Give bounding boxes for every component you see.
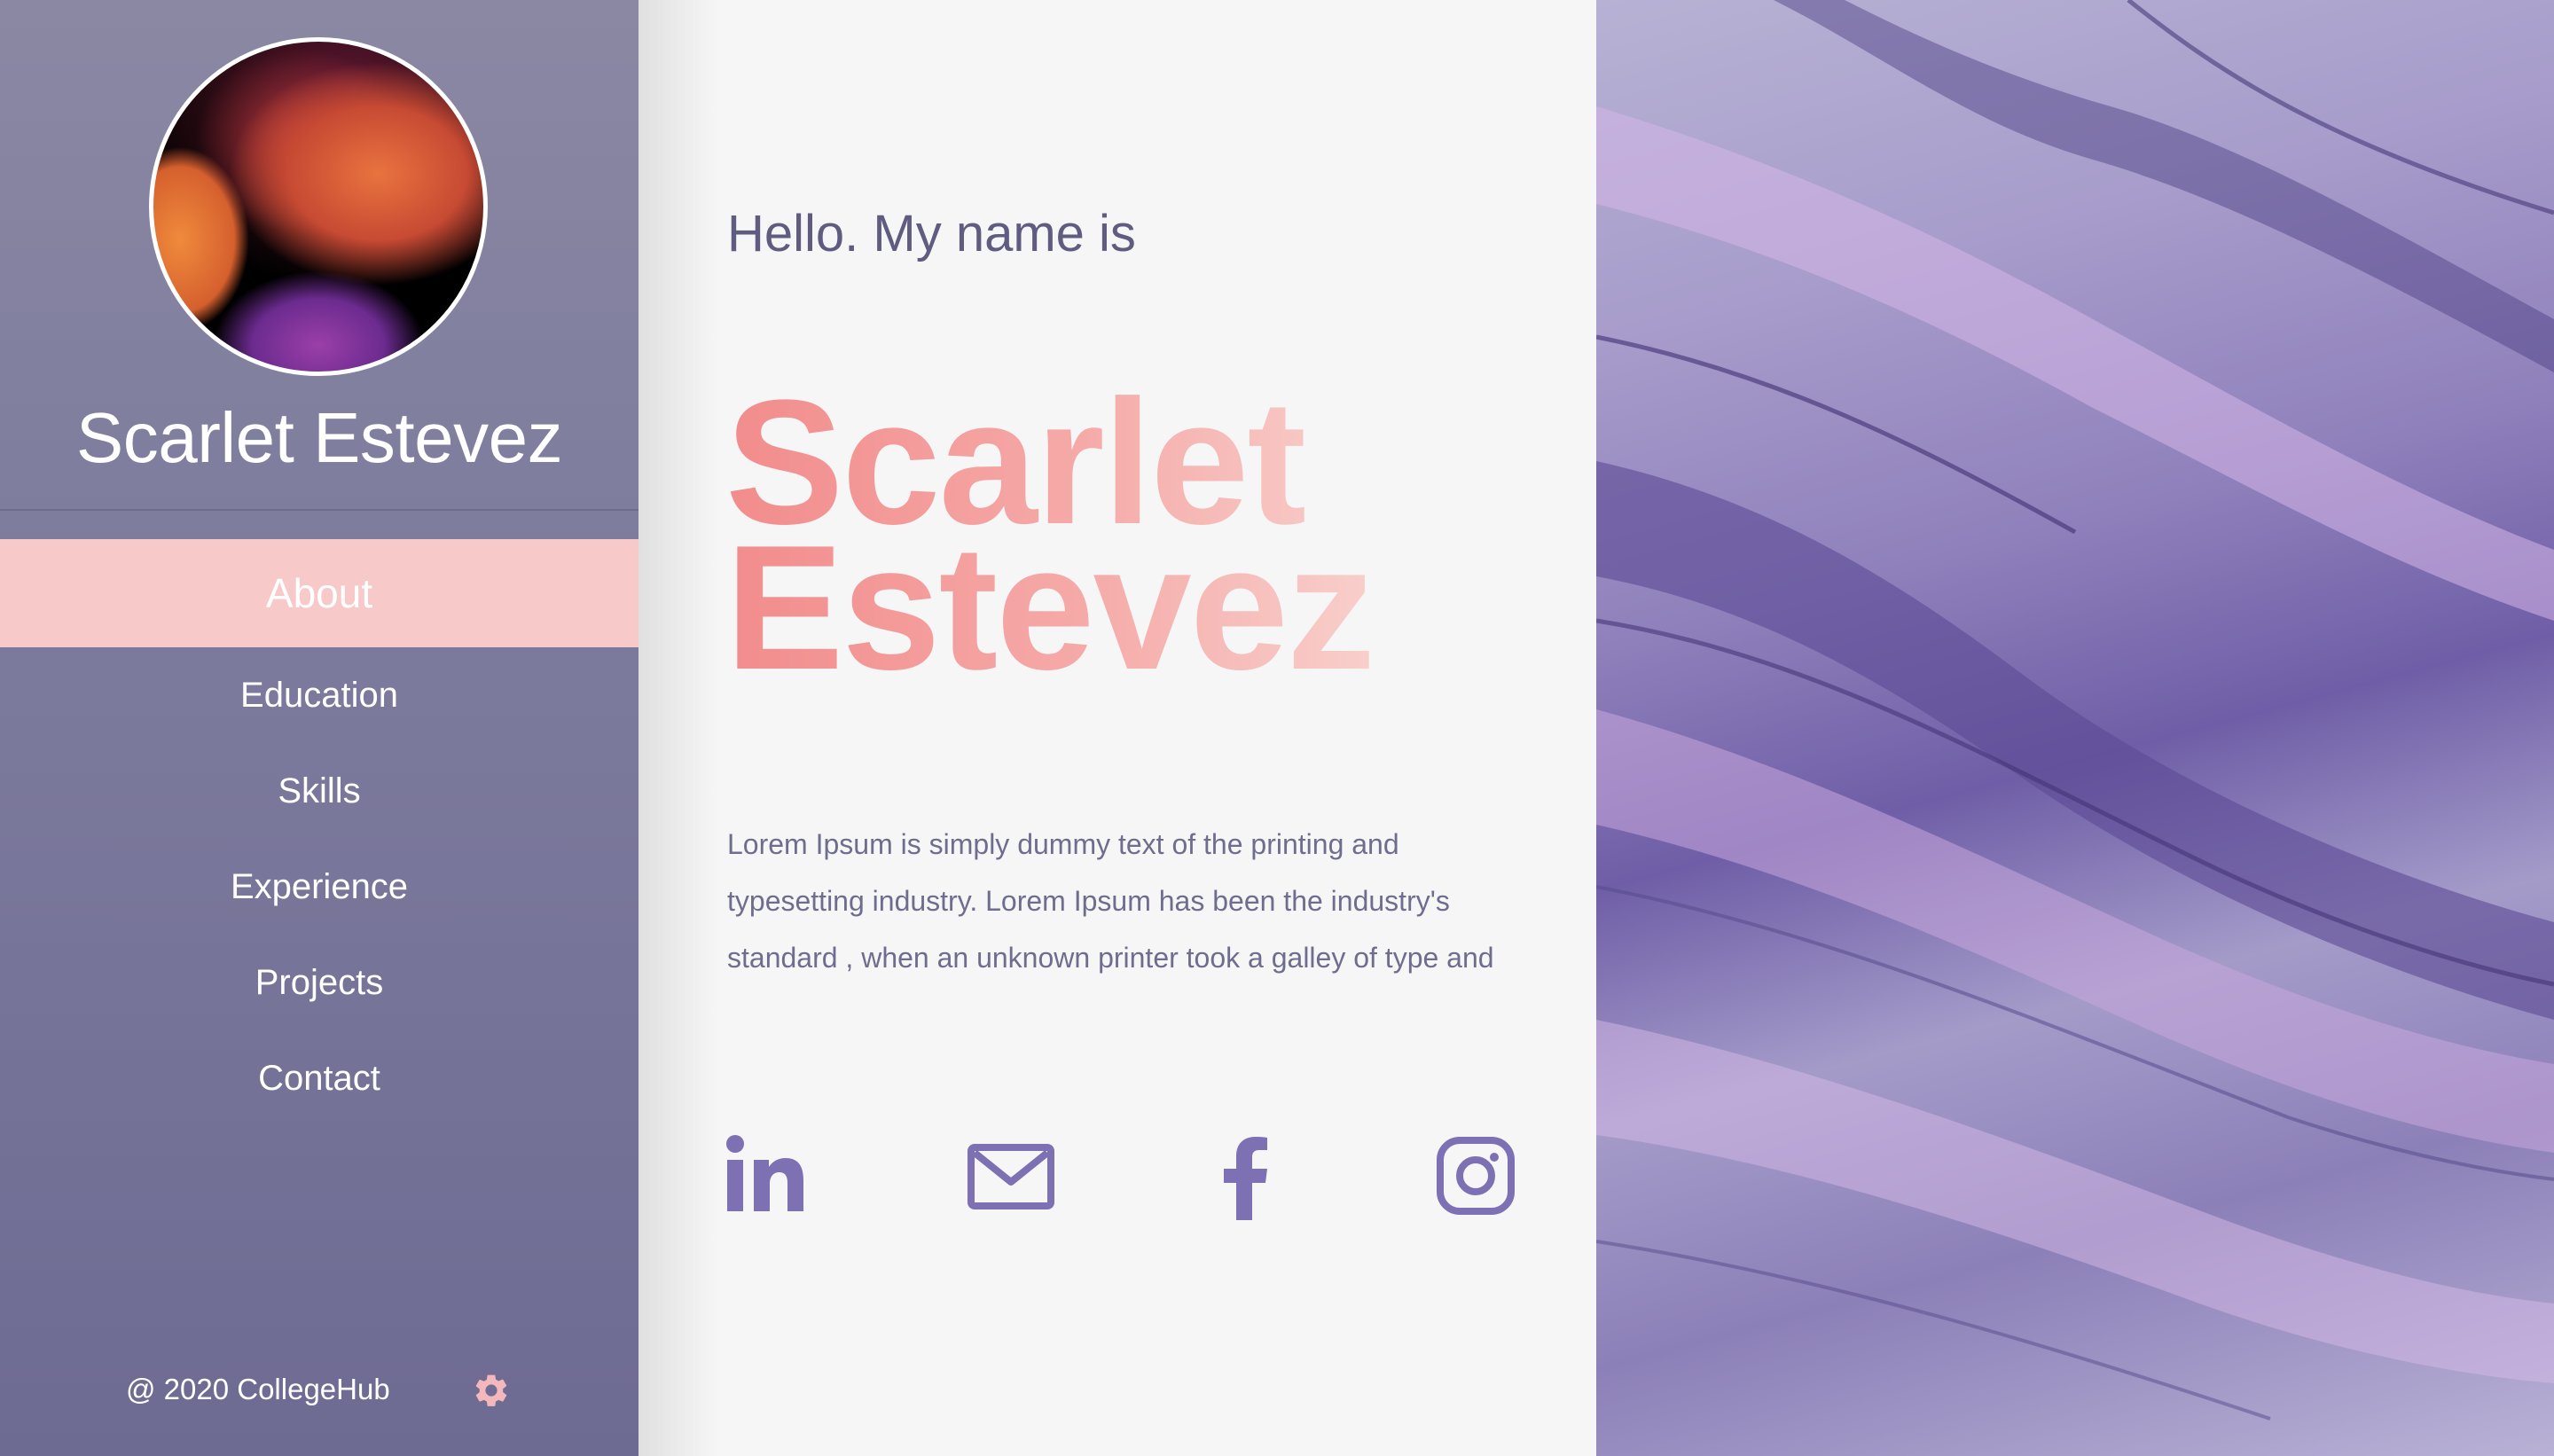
gear-icon[interactable] (472, 1371, 511, 1410)
profile-name: Scarlet Estevez (75, 398, 563, 477)
nav-item-contact[interactable]: Contact (0, 1030, 638, 1126)
nav-item-about[interactable]: About (0, 539, 638, 647)
avatar (149, 37, 488, 376)
nav-item-skills[interactable]: Skills (0, 743, 638, 839)
instagram-icon[interactable] (1430, 1131, 1518, 1220)
main-content: Hello. My name is Scarlet Estevez Lorem … (638, 0, 1596, 1456)
facebook-icon[interactable] (1217, 1131, 1279, 1220)
sidebar: Scarlet Estevez About Education Skills E… (0, 0, 638, 1456)
nav-item-education[interactable]: Education (0, 647, 638, 743)
hero-last-name: Estevez (725, 509, 1374, 707)
sidebar-nav: About Education Skills Experience Projec… (0, 539, 638, 1126)
hero-name: Scarlet Estevez (725, 390, 1374, 681)
linkedin-icon[interactable] (725, 1131, 805, 1220)
divider (0, 509, 638, 511)
marble-background-image (1596, 0, 2554, 1456)
greeting: Hello. My name is (727, 205, 1136, 262)
footer-copyright: @ 2020 CollegeHub (126, 1373, 390, 1405)
mail-icon[interactable] (967, 1131, 1055, 1220)
nav-item-projects[interactable]: Projects (0, 935, 638, 1030)
bio-text: Lorem Ipsum is simply dummy text of the … (727, 828, 1494, 974)
nav-item-experience[interactable]: Experience (0, 839, 638, 935)
